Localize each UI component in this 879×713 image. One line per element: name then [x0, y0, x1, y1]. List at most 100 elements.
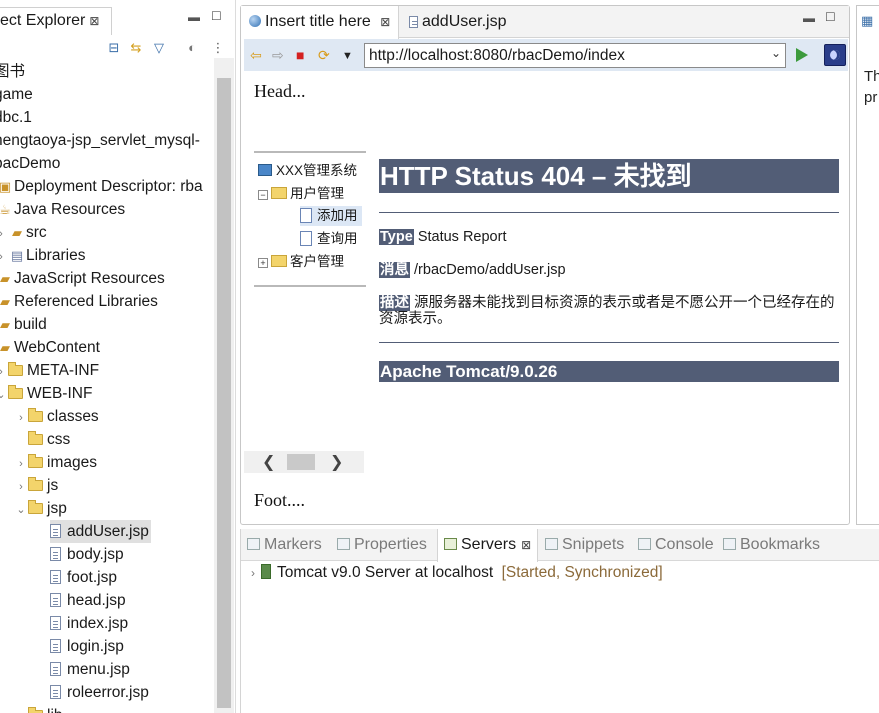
- tab-servers[interactable]: Servers ⊠: [437, 529, 539, 562]
- scroll-right-icon[interactable]: ❯: [330, 452, 343, 472]
- referenced-libraries-icon: ▰: [0, 294, 10, 309]
- close-icon[interactable]: ⊠: [380, 15, 390, 29]
- tree-item-label: Java Resources: [14, 201, 126, 218]
- tab-console[interactable]: Console: [638, 536, 714, 554]
- tree-item-label: META-INF: [27, 362, 100, 379]
- url-input[interactable]: http://localhost:8080/rbacDemo/index ⌄: [364, 43, 786, 68]
- expand-icon[interactable]: ›: [14, 706, 28, 713]
- go-icon[interactable]: [796, 48, 808, 62]
- menu-root-label: XXX管理系统: [276, 163, 358, 178]
- minimize-icon[interactable]: ▬: [188, 10, 200, 24]
- expand-icon[interactable]: ›: [14, 476, 28, 499]
- tree-item[interactable]: ▰ WebContent: [0, 336, 100, 359]
- maximize-icon[interactable]: ☐: [825, 10, 836, 24]
- tree-item[interactable]: dbc.1: [0, 106, 32, 129]
- tree-item-label: foot.jsp: [67, 569, 117, 586]
- tree-item[interactable]: login.jsp: [50, 635, 124, 658]
- menu-root[interactable]: XXX管理系统: [258, 161, 357, 181]
- collapse-icon[interactable]: ⌄: [14, 499, 28, 522]
- tab-properties[interactable]: Properties: [337, 536, 427, 554]
- tree-item[interactable]: ›▤Libraries: [0, 244, 85, 267]
- tree-item[interactable]: index.jsp: [50, 612, 128, 635]
- focus-icon[interactable]: ◐: [184, 40, 200, 56]
- expand-icon[interactable]: ›: [0, 223, 8, 246]
- collapse-icon[interactable]: −: [258, 190, 268, 200]
- outline-icon[interactable]: ▦: [861, 13, 873, 29]
- collapse-icon[interactable]: ⌄: [0, 384, 8, 407]
- tree-item-label: JavaScript Resources: [14, 270, 165, 287]
- open-external-browser-icon[interactable]: [824, 44, 846, 66]
- tree-item-label: src: [26, 224, 47, 241]
- tree-item[interactable]: css: [14, 428, 70, 451]
- error-message-line: 消息 /rbacDemo/addUser.jsp: [379, 262, 839, 278]
- tree-item[interactable]: head.jsp: [50, 589, 126, 612]
- scroll-left-icon[interactable]: ❮: [262, 452, 275, 472]
- chevron-down-icon[interactable]: ▼: [342, 48, 353, 64]
- tree-item[interactable]: ⌄ WEB-INF: [0, 382, 92, 405]
- outline-message: Th pr: [864, 66, 879, 108]
- project-explorer-tab[interactable]: ect Explorer ⊠: [0, 7, 112, 35]
- menu-group-customer[interactable]: + 客户管理: [258, 252, 344, 272]
- tree-item-selected[interactable]: addUser.jsp: [50, 520, 151, 543]
- tree-item[interactable]: body.jsp: [50, 543, 124, 566]
- filter-icon[interactable]: ▽: [151, 40, 167, 56]
- forward-icon[interactable]: ⇨: [272, 47, 284, 63]
- tab-markers[interactable]: Markers: [247, 536, 322, 554]
- tree-item[interactable]: › images: [14, 451, 97, 474]
- tree-item[interactable]: foot.jsp: [50, 566, 117, 589]
- refresh-icon[interactable]: ⟳: [318, 47, 330, 63]
- collapse-all-icon[interactable]: ⊟: [106, 40, 122, 56]
- minimize-icon[interactable]: ▬: [803, 11, 815, 25]
- menu-group-user[interactable]: − 用户管理: [258, 184, 344, 204]
- close-icon[interactable]: ⊠: [89, 14, 99, 28]
- expand-icon[interactable]: ›: [0, 246, 8, 269]
- tree-item[interactable]: ▰ JavaScript Resources: [0, 267, 165, 290]
- link-with-editor-icon[interactable]: ⇆: [128, 40, 144, 56]
- menu-item-query-user[interactable]: 查询用: [300, 229, 358, 249]
- close-icon[interactable]: ⊠: [521, 538, 531, 552]
- scrollbar-thumb[interactable]: [287, 454, 315, 470]
- server-row[interactable]: › Tomcat v9.0 Server at localhost [Starte…: [251, 564, 663, 582]
- tree-item[interactable]: › classes: [14, 405, 99, 428]
- tree-item[interactable]: menu.jsp: [50, 658, 130, 681]
- tree-item[interactable]: ▣ Deployment Descriptor: rba: [0, 175, 203, 198]
- tree-item[interactable]: › lib: [14, 704, 63, 713]
- maximize-icon[interactable]: ☐: [211, 9, 222, 23]
- tree-item[interactable]: › META-INF: [0, 359, 99, 382]
- error-title: HTTP Status 404 – 未找到: [379, 159, 839, 193]
- expand-icon[interactable]: ›: [0, 361, 8, 384]
- tree-item[interactable]: ☕ Java Resources: [0, 198, 125, 221]
- tree-item[interactable]: roleerror.jsp: [50, 681, 149, 704]
- menu-horizontal-scrollbar[interactable]: ❮ ❯: [244, 451, 364, 473]
- back-icon[interactable]: ⇦: [250, 47, 262, 63]
- expand-icon[interactable]: ›: [251, 566, 255, 580]
- explorer-scrollbar[interactable]: [214, 58, 234, 713]
- tree-item[interactable]: game: [0, 83, 33, 106]
- tree-item[interactable]: 图书: [0, 60, 25, 83]
- expand-icon[interactable]: ›: [14, 407, 28, 430]
- chevron-down-icon[interactable]: ⌄: [771, 46, 781, 60]
- menu-item-add-user[interactable]: 添加用: [300, 206, 362, 226]
- tree-item[interactable]: ▰ Referenced Libraries: [0, 290, 158, 313]
- tree-item[interactable]: hengtaoya-jsp_servlet_mysql-: [0, 129, 200, 152]
- tab-adduser-jsp[interactable]: addUser.jsp: [401, 6, 515, 38]
- expand-icon[interactable]: +: [258, 258, 268, 268]
- jsp-file-icon: [409, 16, 418, 28]
- view-menu-icon[interactable]: ⋮: [210, 40, 226, 56]
- outline-line: pr: [864, 89, 878, 106]
- tree-item[interactable]: bacDemo: [0, 152, 60, 175]
- menu-item-label: 查询用: [317, 231, 358, 246]
- tree-item[interactable]: ⌄ jsp: [14, 497, 67, 520]
- expand-icon[interactable]: ›: [14, 453, 28, 476]
- tree-item[interactable]: › js: [14, 474, 58, 497]
- tree-item[interactable]: ▰ build: [0, 313, 47, 336]
- tree-item-label: build: [14, 316, 47, 333]
- tree-item-label: WEB-INF: [27, 385, 93, 402]
- tree-item[interactable]: › ▰ src: [0, 221, 47, 244]
- tab-bookmarks[interactable]: Bookmarks: [723, 536, 820, 554]
- tab-insert-title-here[interactable]: Insert title here ⊠: [241, 6, 400, 39]
- explorer-scrollbar-thumb[interactable]: [217, 78, 231, 708]
- stop-icon[interactable]: ■: [296, 47, 304, 63]
- tab-snippets[interactable]: Snippets: [545, 536, 624, 554]
- tree-item-label: js: [47, 477, 59, 494]
